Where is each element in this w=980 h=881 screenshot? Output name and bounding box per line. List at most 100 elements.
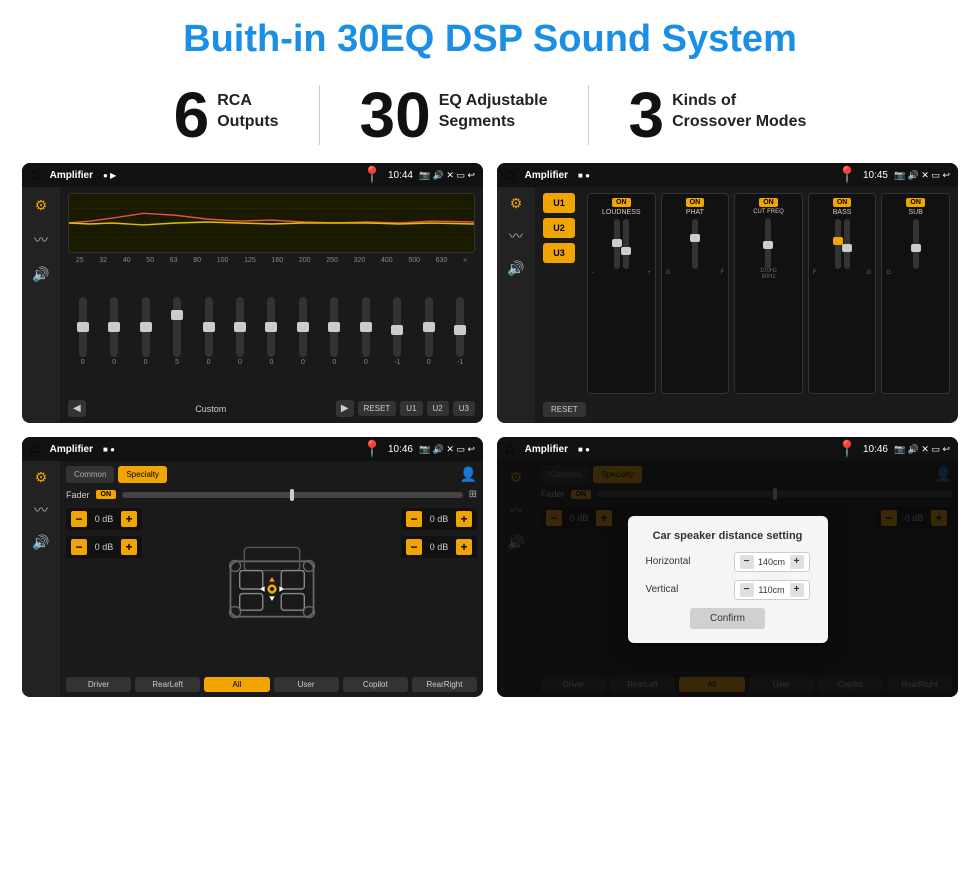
- fader-row: Fader ON ⊞: [66, 489, 477, 500]
- eq-sidebar-icon-3[interactable]: 🔊: [32, 266, 49, 283]
- db-plus-br[interactable]: +: [456, 539, 472, 555]
- db-val-br: 0 dB: [425, 542, 453, 552]
- eq-slider-1[interactable]: 0: [79, 297, 87, 366]
- eq-sidebar-icon-2[interactable]: 〰: [34, 230, 48, 250]
- eq-slider-11[interactable]: -1: [393, 297, 401, 366]
- reset-button-1[interactable]: RESET: [358, 401, 397, 416]
- db-val-tl: 0 dB: [90, 514, 118, 524]
- status-bar-2: ⌂ Amplifier ■ ● 📍 10:45 📷 🔊 ✕ ▭ ↩: [497, 163, 958, 187]
- home-icon-3[interactable]: ⌂: [30, 440, 40, 458]
- reset-button-2[interactable]: RESET: [543, 402, 586, 417]
- u1-button-1[interactable]: U1: [400, 401, 422, 416]
- eq-slider-8[interactable]: 0: [299, 297, 307, 366]
- location-icon-2: 📍: [837, 165, 857, 185]
- eq-sidebar: ⚙ 〰 🔊: [22, 187, 60, 423]
- home-icon-1[interactable]: ⌂: [30, 166, 40, 184]
- screen-dialog: ⌂ Amplifier ■ ● 📍 10:46 📷 🔊 ✕ ▭ ↩ ⚙ 〰 🔊 …: [497, 437, 958, 697]
- vertical-value: 110cm: [758, 585, 786, 595]
- db-minus-bl[interactable]: −: [71, 539, 87, 555]
- horizontal-minus-button[interactable]: −: [740, 555, 754, 569]
- speaker-sidebar: ⚙ 〰 🔊: [22, 461, 60, 697]
- preset-u1[interactable]: U1: [543, 193, 575, 213]
- status-dots-3: ■ ●: [103, 445, 115, 454]
- db-plus-tl[interactable]: +: [121, 511, 137, 527]
- screen-amp: ⌂ Amplifier ■ ● 📍 10:45 📷 🔊 ✕ ▭ ↩ ⚙ 〰 🔊 …: [497, 163, 958, 423]
- home-icon-4[interactable]: ⌂: [505, 440, 515, 458]
- amp-screen-content: ⚙ 〰 🔊 U1 U2 U3 ON LOUDNESS: [497, 187, 958, 423]
- time-2: 10:45: [863, 170, 888, 181]
- tab-common-3[interactable]: Common: [66, 466, 114, 483]
- speaker-sidebar-icon-3[interactable]: 🔊: [32, 534, 49, 551]
- tab-specialty-3[interactable]: Specialty: [118, 466, 166, 483]
- app-name-2: Amplifier: [525, 170, 568, 181]
- db-plus-tr[interactable]: +: [456, 511, 472, 527]
- eq-slider-4[interactable]: 5: [173, 297, 181, 366]
- amp-sidebar-icon-3[interactable]: 🔊: [507, 260, 524, 277]
- eq-slider-5[interactable]: 0: [205, 297, 213, 366]
- eq-slider-2[interactable]: 0: [110, 297, 118, 366]
- dialog-vertical-row: Vertical − 110cm +: [646, 580, 810, 600]
- profile-icon-3[interactable]: 👤: [460, 466, 477, 483]
- eq-controls-row: ◀ Custom ▶ RESET U1 U2 U3: [68, 400, 475, 417]
- db-minus-br[interactable]: −: [406, 539, 422, 555]
- db-minus-tl[interactable]: −: [71, 511, 87, 527]
- db-minus-tr[interactable]: −: [406, 511, 422, 527]
- dialog-horizontal-row: Horizontal − 140cm +: [646, 552, 810, 572]
- eq-screen-content: ⚙ 〰 🔊: [22, 187, 483, 423]
- u3-button-1[interactable]: U3: [453, 401, 475, 416]
- speaker-screen-content: ⚙ 〰 🔊 Common Specialty 👤 Fader ON ⊞: [22, 461, 483, 697]
- eq-sidebar-icon-1[interactable]: ⚙: [35, 197, 48, 214]
- dialog-horizontal-label: Horizontal: [646, 556, 696, 567]
- driver-button[interactable]: Driver: [66, 677, 131, 692]
- speaker-sidebar-icon-1[interactable]: ⚙: [35, 469, 48, 486]
- confirm-button[interactable]: Confirm: [690, 608, 765, 629]
- db-control-br: − 0 dB +: [401, 536, 477, 558]
- db-plus-bl[interactable]: +: [121, 539, 137, 555]
- eq-slider-3[interactable]: 0: [142, 297, 150, 366]
- stat-item-crossover: 3 Kinds of Crossover Modes: [589, 83, 847, 147]
- horizontal-plus-button[interactable]: +: [790, 555, 804, 569]
- vertical-plus-button[interactable]: +: [790, 583, 804, 597]
- user-button[interactable]: User: [274, 677, 339, 692]
- eq-slider-7[interactable]: 0: [267, 297, 275, 366]
- preset-u2[interactable]: U2: [543, 218, 575, 238]
- amp-bottom-row: RESET: [543, 402, 950, 417]
- all-button[interactable]: All: [204, 677, 269, 692]
- app-name-4: Amplifier: [525, 444, 568, 455]
- speaker-sidebar-icon-2[interactable]: 〰: [34, 500, 48, 520]
- amp-sidebar-icon-2[interactable]: 〰: [509, 226, 523, 246]
- stat-number-eq: 30: [360, 83, 431, 147]
- eq-main-content: 2532405063 80100125160200 25032040050063…: [60, 187, 483, 423]
- eq-slider-10[interactable]: 0: [362, 297, 370, 366]
- vertical-minus-button[interactable]: −: [740, 583, 754, 597]
- speaker-controls-left: − 0 dB + − 0 dB +: [66, 508, 142, 670]
- db-control-tl: − 0 dB +: [66, 508, 142, 530]
- fader-slider[interactable]: [122, 492, 463, 498]
- module-bass: ON BASS FG: [808, 193, 877, 394]
- page-title: Buith-in 30EQ DSP Sound System: [0, 0, 980, 73]
- rearleft-button[interactable]: RearLeft: [135, 677, 200, 692]
- module-loudness: ON LOUDNESS -+: [587, 193, 656, 394]
- module-cutfreq: ON CUT FREQ 100Hz 80Hz: [734, 193, 803, 394]
- eq-slider-13[interactable]: -1: [456, 297, 464, 366]
- speaker-tabs: Common Specialty 👤: [66, 466, 477, 483]
- eq-graph: [68, 193, 475, 253]
- status-dots-1: ● ▶: [103, 171, 116, 180]
- eq-slider-12[interactable]: 0: [425, 297, 433, 366]
- copilot-button[interactable]: Copilot: [343, 677, 408, 692]
- prev-preset-button[interactable]: ◀: [68, 400, 86, 417]
- stat-text-rca: RCA Outputs: [217, 83, 278, 133]
- eq-slider-9[interactable]: 0: [330, 297, 338, 366]
- db-control-bl: − 0 dB +: [66, 536, 142, 558]
- module-sub: ON SUB G: [881, 193, 950, 394]
- next-preset-button[interactable]: ▶: [336, 400, 354, 417]
- eq-custom-label: Custom: [90, 404, 332, 414]
- home-icon-2[interactable]: ⌂: [505, 166, 515, 184]
- rearright-button[interactable]: RearRight: [412, 677, 477, 692]
- eq-slider-6[interactable]: 0: [236, 297, 244, 366]
- amp-sidebar-icon-1[interactable]: ⚙: [510, 195, 523, 212]
- preset-u3[interactable]: U3: [543, 243, 575, 263]
- app-name-1: Amplifier: [50, 170, 93, 181]
- status-bar-4: ⌂ Amplifier ■ ● 📍 10:46 📷 🔊 ✕ ▭ ↩: [497, 437, 958, 461]
- u2-button-1[interactable]: U2: [427, 401, 449, 416]
